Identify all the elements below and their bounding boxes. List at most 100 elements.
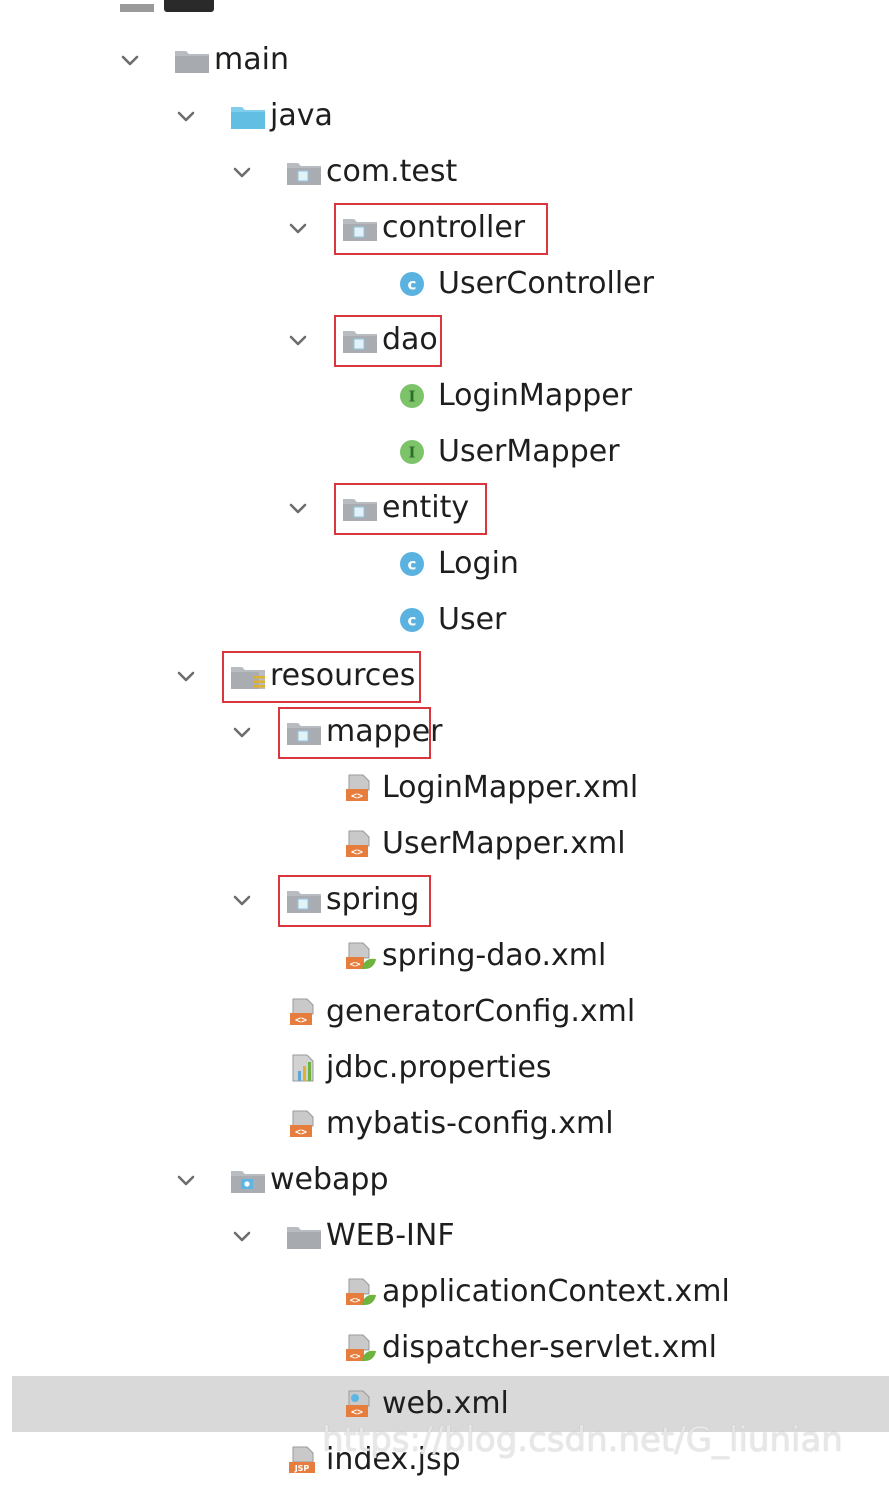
tree-item-label[interactable]: LoginMapper [438, 368, 632, 424]
tree-item-label[interactable]: User [438, 592, 506, 648]
chevron-down-icon[interactable] [288, 498, 308, 518]
svg-text:c: c [408, 276, 417, 294]
tree-row-com-test[interactable]: com.test [0, 144, 889, 200]
tree-row-resources[interactable]: resources [0, 648, 889, 704]
svg-text:<>: <> [351, 791, 363, 802]
tree-row-dispatcher-servlet-xml[interactable]: <> dispatcher-servlet.xml [0, 1320, 889, 1376]
tree-row-loginmapper[interactable]: I LoginMapper [0, 368, 889, 424]
interface-icon: I [398, 438, 434, 466]
spring-xml-file-icon: <> [342, 942, 378, 970]
package-icon [342, 494, 378, 522]
svg-text:JSP: JSP [294, 1464, 310, 1473]
chevron-down-icon[interactable] [176, 106, 196, 126]
tree-row-login[interactable]: c Login [0, 536, 889, 592]
tree-row-webapp[interactable]: webapp [0, 1152, 889, 1208]
chevron-down-icon[interactable] [232, 162, 252, 182]
tree-item-label[interactable]: spring-dao.xml [382, 928, 606, 984]
class-icon: c [398, 270, 434, 298]
tree-item-label[interactable]: java [270, 88, 333, 144]
tree-item-label[interactable]: controller [382, 200, 525, 256]
tree-item-label[interactable]: dispatcher-servlet.xml [382, 1320, 717, 1376]
tree-item-label[interactable]: mapper [326, 704, 442, 760]
chevron-down-icon[interactable] [176, 666, 196, 686]
tree-row-mybatis-config-xml[interactable]: <> mybatis-config.xml [0, 1096, 889, 1152]
tree-item-label[interactable]: WEB-INF [326, 1208, 455, 1264]
tree-row-generatorconfig-xml[interactable]: <> generatorConfig.xml [0, 984, 889, 1040]
tree-row-user[interactable]: c User [0, 592, 889, 648]
tree-row-web-inf[interactable]: WEB-INF [0, 1208, 889, 1264]
svg-text:<>: <> [351, 847, 363, 858]
tree-item-label[interactable]: jdbc.properties [326, 1040, 552, 1096]
tree-item-label[interactable]: web.xml [382, 1376, 509, 1432]
folder-icon [174, 46, 210, 74]
chevron-down-icon[interactable] [232, 722, 252, 742]
chevron-down-icon[interactable] [232, 890, 252, 910]
tree-row-controller[interactable]: controller [0, 200, 889, 256]
tree-row-loginmapper-xml[interactable]: <> LoginMapper.xml [0, 760, 889, 816]
svg-text:I: I [408, 444, 415, 462]
tree-row-jdbc-properties[interactable]: jdbc.properties [0, 1040, 889, 1096]
class-icon: c [398, 550, 434, 578]
xml-file-icon: <> [286, 998, 322, 1026]
web-xml-file-icon: <> [342, 1390, 378, 1418]
svg-text:<>: <> [350, 960, 361, 970]
svg-text:<>: <> [350, 1352, 361, 1362]
tree-item-label[interactable]: main [214, 32, 289, 88]
tree-row-entity[interactable]: entity [0, 480, 889, 536]
source-folder-icon [230, 102, 266, 130]
tree-item-label[interactable]: dao [382, 312, 438, 368]
tree-row-usermapper[interactable]: I UserMapper [0, 424, 889, 480]
tree-row-main[interactable]: main [0, 32, 889, 88]
svg-text:<>: <> [350, 1296, 361, 1306]
svg-text:c: c [408, 612, 417, 630]
spring-xml-file-icon: <> [342, 1334, 378, 1362]
svg-text:<>: <> [295, 1127, 307, 1138]
chevron-down-icon[interactable] [288, 218, 308, 238]
project-tree: main java com.test controller c UserControlle… [0, 0, 889, 1478]
tree-item-label[interactable]: webapp [270, 1152, 389, 1208]
resources-folder-icon [230, 662, 266, 690]
tree-item-label[interactable]: UserController [438, 256, 654, 312]
xml-file-icon: <> [286, 1110, 322, 1138]
package-icon [342, 214, 378, 242]
tree-row-mapper[interactable]: mapper [0, 704, 889, 760]
interface-icon: I [398, 382, 434, 410]
tree-row-dao[interactable]: dao [0, 312, 889, 368]
package-icon [286, 718, 322, 746]
tree-row-spring[interactable]: spring [0, 872, 889, 928]
folder-icon [286, 1222, 322, 1250]
svg-text:c: c [408, 556, 417, 574]
tree-row-usermapper-xml[interactable]: <> UserMapper.xml [0, 816, 889, 872]
chevron-down-icon[interactable] [176, 1170, 196, 1190]
tree-row-applicationcontext-xml[interactable]: <> applicationContext.xml [0, 1264, 889, 1320]
tree-item-label[interactable]: UserMapper.xml [382, 816, 626, 872]
tree-row-index-jsp[interactable]: JSP index.jsp [0, 1432, 889, 1488]
tree-item-label[interactable]: LoginMapper.xml [382, 760, 638, 816]
tree-item-label[interactable]: entity [382, 480, 469, 536]
tree-item-label[interactable]: com.test [326, 144, 457, 200]
tree-item-label[interactable]: resources [270, 648, 415, 704]
chevron-down-icon[interactable] [288, 330, 308, 350]
chevron-down-icon[interactable] [232, 1226, 252, 1246]
web-folder-icon [230, 1166, 266, 1194]
svg-text:<>: <> [351, 1407, 363, 1418]
class-icon: c [398, 606, 434, 634]
tree-item-label[interactable]: mybatis-config.xml [326, 1096, 614, 1152]
tree-row-java[interactable]: java [0, 88, 889, 144]
tree-item-label[interactable]: spring [326, 872, 419, 928]
package-icon [286, 886, 322, 914]
chevron-down-icon[interactable] [120, 50, 140, 70]
xml-file-icon: <> [342, 774, 378, 802]
tree-item-label[interactable]: UserMapper [438, 424, 620, 480]
tree-item-label[interactable]: generatorConfig.xml [326, 984, 635, 1040]
svg-text:<>: <> [295, 1015, 307, 1026]
tree-row-spring-dao-xml[interactable]: <> spring-dao.xml [0, 928, 889, 984]
tree-item-label[interactable]: applicationContext.xml [382, 1264, 730, 1320]
tree-row-usercontroller[interactable]: c UserController [0, 256, 889, 312]
tree-item-label[interactable]: Login [438, 536, 519, 592]
clipped-tree-row [120, 0, 230, 14]
properties-file-icon [286, 1054, 322, 1082]
tree-row-web-xml[interactable]: <> web.xml [12, 1376, 889, 1432]
tree-item-label[interactable]: index.jsp [326, 1432, 461, 1488]
jsp-file-icon: JSP [286, 1446, 322, 1474]
